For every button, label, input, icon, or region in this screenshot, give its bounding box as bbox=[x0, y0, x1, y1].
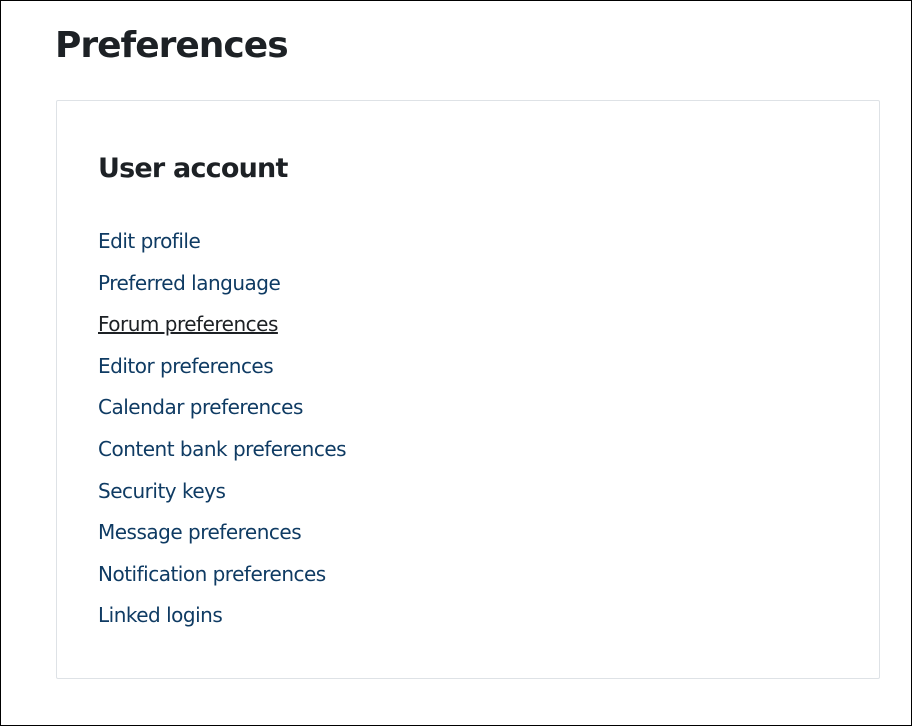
list-item: Editor preferences bbox=[98, 349, 346, 391]
list-item: Message preferences bbox=[98, 515, 346, 557]
editor-preferences-link[interactable]: Editor preferences bbox=[98, 354, 274, 378]
list-item: Calendar preferences bbox=[98, 390, 346, 432]
message-preferences-link[interactable]: Message preferences bbox=[98, 520, 302, 544]
user-account-card: User account Edit profile Preferred lang… bbox=[56, 100, 880, 679]
edit-profile-link[interactable]: Edit profile bbox=[98, 229, 201, 253]
list-item: Forum preferences bbox=[98, 307, 346, 349]
list-item: Content bank preferences bbox=[98, 432, 347, 474]
linked-logins-link[interactable]: Linked logins bbox=[98, 603, 223, 627]
forum-preferences-link[interactable]: Forum preferences bbox=[98, 312, 278, 336]
preferred-language-link[interactable]: Preferred language bbox=[98, 271, 281, 295]
user-account-heading: User account bbox=[98, 153, 288, 184]
notification-preferences-link[interactable]: Notification preferences bbox=[98, 562, 326, 586]
page-title: Preferences bbox=[55, 25, 289, 66]
page-frame: Preferences User account Edit profile Pr… bbox=[0, 0, 912, 726]
list-item: Linked logins bbox=[98, 598, 346, 640]
list-item: Edit profile bbox=[98, 224, 346, 266]
list-item: Notification preferences bbox=[98, 557, 346, 599]
security-keys-link[interactable]: Security keys bbox=[98, 479, 226, 503]
list-item: Preferred language bbox=[98, 266, 346, 308]
list-item: Security keys bbox=[98, 474, 346, 516]
content-bank-preferences-link[interactable]: Content bank preferences bbox=[98, 437, 347, 461]
user-account-links: Edit profile Preferred language Forum pr… bbox=[98, 224, 347, 640]
calendar-preferences-link[interactable]: Calendar preferences bbox=[98, 395, 303, 419]
